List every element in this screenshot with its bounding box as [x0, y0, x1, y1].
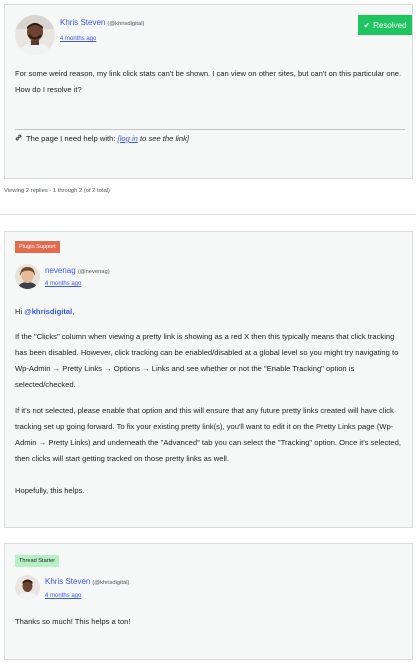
avatar[interactable]: [15, 264, 40, 289]
divider: [0, 214, 416, 215]
author-name[interactable]: Khris Steven (@khrisdigital): [60, 18, 145, 27]
divider: [15, 129, 405, 130]
post-date[interactable]: 4 months ago: [45, 593, 81, 599]
reply-post: Thread Starter Khris Steven (@khrisdigita…: [4, 543, 413, 660]
avatar[interactable]: [15, 575, 40, 600]
post-date[interactable]: 4 months ago: [60, 36, 96, 42]
reply-greeting: Hi @khrisdigital,: [15, 307, 75, 316]
avatar[interactable]: [15, 15, 55, 55]
thread-starter-badge: Thread Starter: [15, 555, 60, 567]
topic-body: For some weird reason, my link click sta…: [15, 69, 402, 94]
replies-count-text: Viewing 2 replies - 1 through 2 (of 2 to…: [4, 188, 110, 194]
author-name[interactable]: nevenag (@nevenag): [45, 266, 110, 275]
reply-paragraph: Hopefully, this helps.: [15, 486, 85, 495]
user-mention-link[interactable]: @khrisdigital: [24, 307, 72, 316]
link-icon: [15, 134, 24, 143]
reply-paragraph: If it's not selected, please enable that…: [15, 406, 401, 463]
post-date[interactable]: 4 months ago: [45, 281, 81, 287]
log-in-link[interactable]: [log in: [118, 134, 138, 143]
author-handle: (@khrisdigital): [92, 580, 130, 586]
author-name[interactable]: Khris Steven (@khrisdigital): [45, 577, 130, 586]
author-handle: (@khrisdigital): [107, 21, 145, 27]
topic-post: Khris Steven (@khrisdigital) 4 months ago…: [4, 4, 413, 179]
help-page-line: The page I need help with: [log in to se…: [15, 134, 189, 143]
reply-body: Thanks so much! This helps a ton!: [15, 617, 131, 626]
reply-paragraph: If the "Clicks" column when viewing a pr…: [15, 332, 399, 389]
status-badge: ✔ Resolved: [358, 15, 412, 35]
checkmark-icon: ✔: [363, 20, 371, 30]
author-handle: (@nevenag): [77, 269, 110, 275]
plugin-support-badge: Plugin Support: [15, 241, 60, 253]
reply-post: Plugin Support nevenag (@nevenag) 4 month…: [4, 231, 413, 528]
